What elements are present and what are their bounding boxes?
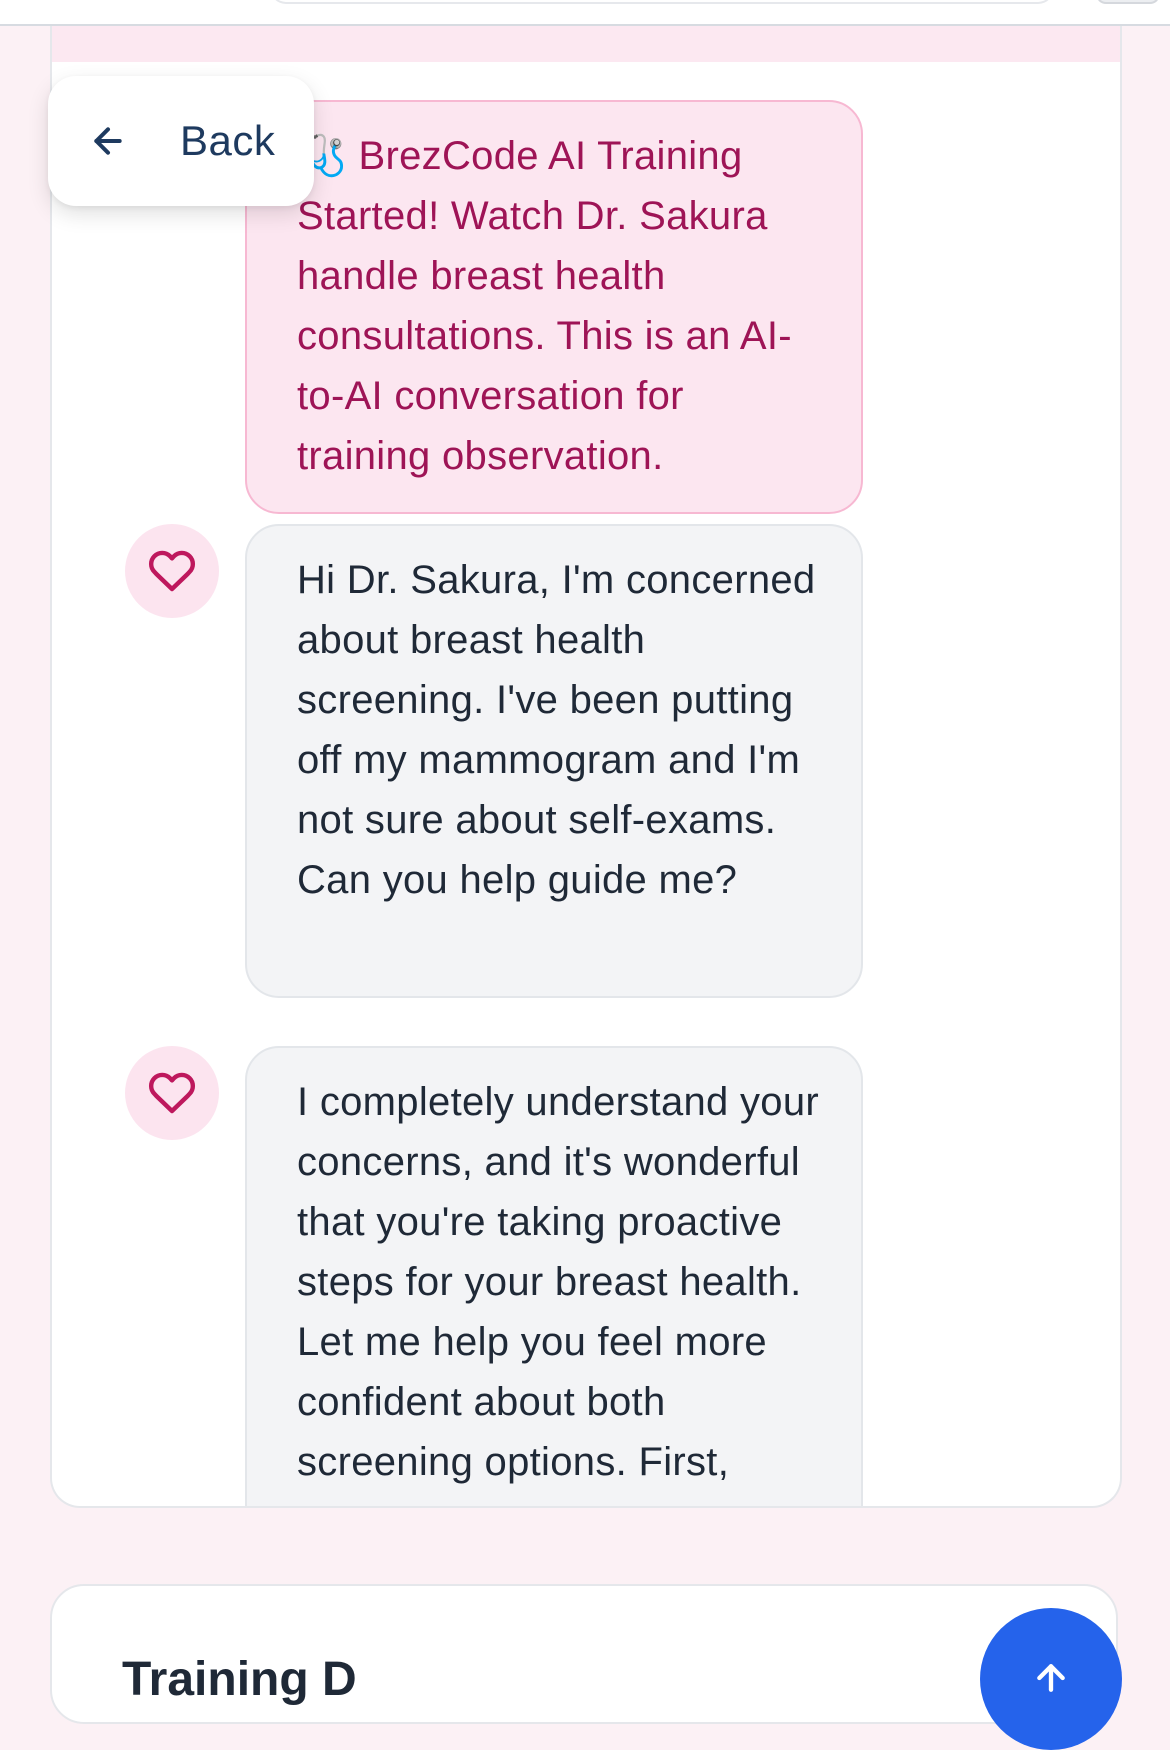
address-bar[interactable] <box>270 0 1054 4</box>
patient-avatar <box>125 524 219 618</box>
browser-corner-button[interactable] <box>1096 0 1160 4</box>
doctor-message-bubble: I completely understand your concerns, a… <box>245 1046 863 1506</box>
back-button[interactable]: Back <box>48 76 314 206</box>
scroll-up-button[interactable] <box>980 1608 1122 1750</box>
browser-top-bar <box>0 0 1170 26</box>
patient-message-bubble: Hi Dr. Sakura, I'm concerned about breas… <box>245 524 863 998</box>
training-panel-title: Training D <box>122 1653 357 1706</box>
arrow-up-icon <box>1037 1664 1065 1692</box>
patient-message-text: Hi Dr. Sakura, I'm concerned about breas… <box>297 558 816 902</box>
doctor-avatar <box>125 1046 219 1140</box>
training-panel: Training D <box>50 1584 1118 1724</box>
card-header-strip <box>52 26 1120 62</box>
system-message-bubble: 🩺 BrezCode AI Training Started! Watch Dr… <box>245 100 863 514</box>
heart-icon <box>148 1072 195 1114</box>
system-message-text: BrezCode AI Training Started! Watch Dr. … <box>297 134 792 478</box>
back-button-label: Back <box>180 117 276 164</box>
doctor-message-text: I completely understand your concerns, a… <box>297 1080 820 1506</box>
conversation-card: 🩺 BrezCode AI Training Started! Watch Dr… <box>50 26 1122 1508</box>
arrow-left-icon <box>94 127 122 155</box>
heart-icon <box>148 550 195 592</box>
